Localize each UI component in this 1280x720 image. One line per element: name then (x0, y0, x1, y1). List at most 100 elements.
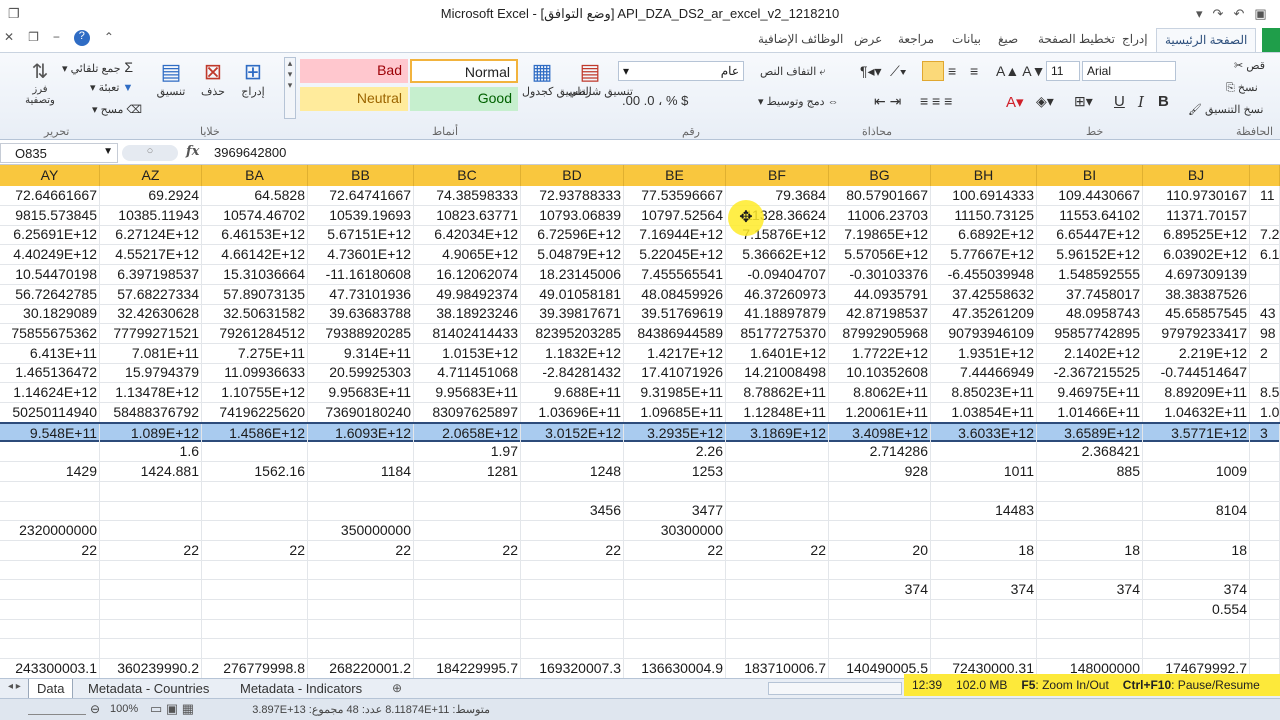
cell[interactable]: 4.73601E+12 (308, 245, 414, 265)
cell[interactable] (726, 442, 829, 462)
cell[interactable]: -0.744514647 (1143, 363, 1250, 383)
cell[interactable]: 6.03902E+12 (1143, 245, 1250, 265)
cell[interactable]: 1.0153E+12 (414, 344, 521, 364)
cell[interactable]: 37.7458017 (1037, 285, 1143, 305)
cell[interactable] (521, 521, 624, 541)
cell[interactable]: 3.1869E+12 (726, 424, 829, 444)
cell[interactable]: 4.697309139 (1143, 265, 1250, 285)
cell[interactable]: 7.275E+11 (202, 344, 308, 364)
cell[interactable]: 268220001.2 (308, 659, 414, 678)
cell-partial[interactable]: 11 (1250, 186, 1280, 206)
cell[interactable] (202, 560, 308, 580)
cell-partial[interactable]: 98 (1250, 324, 1280, 344)
column-header-bf[interactable]: BF (726, 165, 829, 186)
cell[interactable]: 1.14624E+12 (0, 383, 100, 403)
zoom-slider[interactable] (28, 703, 86, 715)
cell[interactable] (829, 482, 931, 502)
redo-icon[interactable]: ↷ (1213, 6, 1224, 22)
cell[interactable] (931, 600, 1037, 620)
cell[interactable] (0, 580, 100, 600)
cell[interactable] (931, 560, 1037, 580)
cell[interactable] (624, 580, 726, 600)
align-bottom-icon[interactable]: ≡ (970, 63, 978, 79)
dropdown-arrow-icon[interactable]: ▾ (1196, 6, 1203, 22)
cell[interactable]: 7.44466949 (931, 363, 1037, 383)
cell[interactable]: 374 (931, 580, 1037, 600)
cell[interactable]: 5.22045E+12 (624, 245, 726, 265)
cell[interactable]: 64.5828 (202, 186, 308, 206)
cell[interactable] (624, 560, 726, 580)
cell[interactable] (1143, 639, 1250, 659)
fill-color-icon[interactable]: ◈▾ (1036, 93, 1054, 110)
cell[interactable] (624, 600, 726, 620)
cell-partial[interactable]: 1.0 (1250, 403, 1280, 423)
cell[interactable]: 1.6401E+12 (726, 344, 829, 364)
cell[interactable]: 48.0958743 (1037, 304, 1143, 324)
style-neutral[interactable]: Neutral (300, 87, 408, 111)
cell[interactable] (1143, 560, 1250, 580)
align-top-button[interactable] (922, 61, 944, 81)
cell-partial[interactable] (1250, 482, 1280, 502)
number-format-select[interactable]: ▾ عام (618, 61, 744, 81)
cell[interactable]: 10539.19693 (308, 206, 414, 226)
cell[interactable]: 5.36662E+12 (726, 245, 829, 265)
cell-partial[interactable]: 3 (1250, 424, 1280, 444)
cell[interactable] (829, 560, 931, 580)
conditional-format-button[interactable]: ▤ تنسيق شرطي (568, 59, 633, 98)
cell[interactable]: 14483 (931, 501, 1037, 521)
font-grow-shrink[interactable]: A▲ A▼ (996, 63, 1046, 79)
cell[interactable]: 45.65857545 (1143, 304, 1250, 324)
cell[interactable]: 22 (521, 541, 624, 561)
cell-partial[interactable] (1250, 541, 1280, 561)
cell[interactable] (414, 482, 521, 502)
cell[interactable]: 3.4098E+12 (829, 424, 931, 444)
cell[interactable]: 8.89209E+11 (1143, 383, 1250, 403)
cell[interactable] (1037, 521, 1143, 541)
cell[interactable]: 22 (624, 541, 726, 561)
cell[interactable]: 5.04879E+12 (521, 245, 624, 265)
column-header-bh[interactable]: BH (931, 165, 1037, 186)
insert-cells-button[interactable]: ⊞ إدراج (236, 59, 270, 98)
cell[interactable] (726, 560, 829, 580)
cell[interactable]: 2.26 (624, 442, 726, 462)
save-icon[interactable]: ▣ (1254, 6, 1266, 22)
align-middle-icon[interactable]: ≡ (948, 63, 956, 79)
cell[interactable]: -2.84281432 (521, 363, 624, 383)
restore-icon[interactable]: ❐ (28, 30, 39, 46)
cell[interactable]: 9.95683E+11 (414, 383, 521, 403)
cell[interactable] (100, 501, 202, 521)
cell[interactable]: 1.4217E+12 (624, 344, 726, 364)
cell-partial[interactable]: 8.5 (1250, 383, 1280, 403)
cell[interactable]: 38.38387526 (1143, 285, 1250, 305)
formula-bar-expander[interactable]: ○ (122, 145, 178, 161)
cell[interactable]: 1.20061E+11 (829, 403, 931, 423)
sheet-tab-data[interactable]: Data (28, 679, 74, 699)
column-header-bi[interactable]: BI (1037, 165, 1143, 186)
cell[interactable] (624, 619, 726, 639)
cell-partial[interactable] (1250, 580, 1280, 600)
cell[interactable]: 1.01466E+11 (1037, 403, 1143, 423)
cell[interactable]: 39.51769619 (624, 304, 726, 324)
tab-page-layout[interactable]: تخطيط الصفحة (1038, 32, 1115, 46)
cell[interactable]: 1.09685E+11 (624, 403, 726, 423)
cell[interactable]: 4.66142E+12 (202, 245, 308, 265)
cell[interactable] (308, 482, 414, 502)
cell[interactable] (521, 442, 624, 462)
cell[interactable] (0, 482, 100, 502)
cell[interactable]: 4.9065E+12 (414, 245, 521, 265)
cell[interactable] (414, 619, 521, 639)
cell[interactable]: 6.413E+11 (0, 344, 100, 364)
cell[interactable]: 9.95683E+11 (308, 383, 414, 403)
cell[interactable]: 3.6589E+12 (1037, 424, 1143, 444)
cell[interactable] (624, 482, 726, 502)
cell[interactable]: 10.54470198 (0, 265, 100, 285)
cell[interactable]: 1424.881 (100, 462, 202, 482)
cell[interactable]: 74.38598333 (414, 186, 521, 206)
cell[interactable]: 2.368421 (1037, 442, 1143, 462)
tab-review[interactable]: مراجعة (898, 32, 934, 46)
cell[interactable] (202, 442, 308, 462)
bold-button[interactable]: B (1158, 93, 1169, 110)
cell[interactable]: 42.87198537 (829, 304, 931, 324)
cell[interactable]: 885 (1037, 462, 1143, 482)
cell[interactable]: 2.1402E+12 (1037, 344, 1143, 364)
